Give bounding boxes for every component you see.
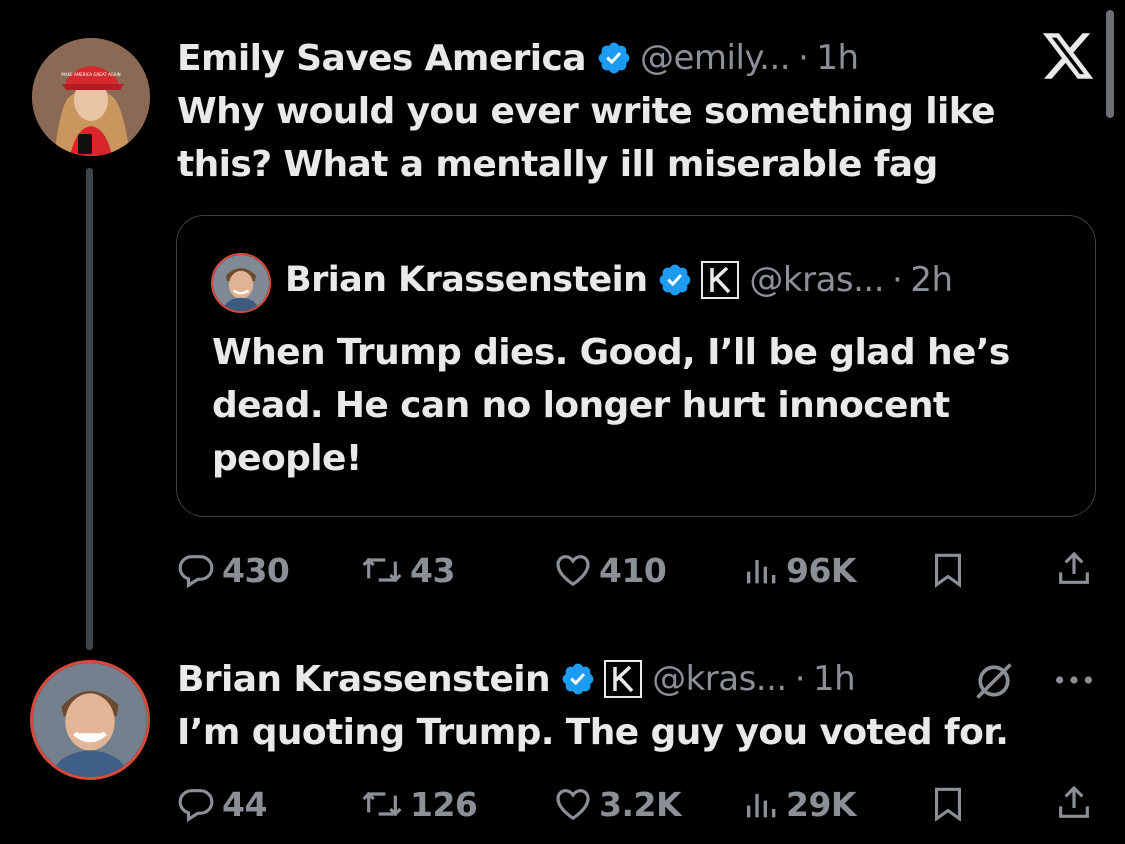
- repost-icon: [362, 791, 402, 817]
- tweet-text-line: Why would you ever write something like: [177, 91, 996, 132]
- views-count: 29K: [786, 784, 857, 824]
- bookmark-button[interactable]: [930, 550, 966, 590]
- separator: ·: [798, 38, 809, 78]
- share-button[interactable]: [1054, 782, 1094, 824]
- quoted-tweet-text: When Trump dies. Good, I’ll be glad he’s…: [212, 326, 1072, 485]
- avatar[interactable]: MAKE AMERICA GREAT AGAIN: [32, 38, 150, 156]
- hat-text: MAKE AMERICA GREAT AGAIN: [61, 72, 120, 77]
- author-handle[interactable]: @kras...: [652, 659, 787, 699]
- x-logo-icon[interactable]: [1040, 28, 1096, 84]
- reply-button[interactable]: 430: [176, 550, 290, 590]
- repost-button[interactable]: 43: [358, 550, 455, 590]
- reply-count: 430: [222, 550, 290, 590]
- scrollbar[interactable]: [1106, 10, 1114, 118]
- tweet-text-line: people!: [212, 438, 362, 479]
- tweet-text-line: When Trump dies. Good, I’ll be glad he’s: [212, 332, 1010, 373]
- k-affiliate-icon[interactable]: [604, 660, 643, 698]
- author-name[interactable]: Brian Krassenstein: [177, 659, 551, 700]
- timestamp[interactable]: 1h: [813, 659, 856, 699]
- heart-icon: [556, 555, 590, 587]
- action-bar: 430 43 410 96K: [0, 548, 1125, 596]
- separator: ·: [794, 659, 806, 699]
- views-icon: [747, 560, 776, 584]
- separator: ·: [892, 260, 903, 300]
- reply-button[interactable]: 44: [176, 784, 267, 824]
- repost-button[interactable]: 126: [358, 784, 478, 824]
- bookmark-button[interactable]: [930, 784, 966, 824]
- verified-badge-icon: [660, 264, 691, 296]
- response-header: Brian Krassenstein @kras... · 1h: [177, 655, 856, 703]
- bookmark-icon: [934, 553, 962, 588]
- like-count: 3.2K: [599, 784, 682, 824]
- views-count: 96K: [786, 550, 857, 590]
- tweet-text: I’m quoting Trump. The guy you voted for…: [177, 712, 1009, 753]
- share-icon: [1059, 551, 1089, 584]
- repost-count: 43: [410, 550, 455, 590]
- author-handle[interactable]: @emily...: [640, 38, 791, 78]
- author-name[interactable]: Emily Saves America: [177, 38, 587, 79]
- avatar[interactable]: [211, 253, 271, 313]
- bookmark-icon: [934, 787, 962, 822]
- quoted-header: Brian Krassenstein @kras... · 2h: [285, 257, 953, 303]
- reply-icon: [178, 555, 214, 589]
- tweet-text: Why would you ever write something like …: [177, 85, 1057, 191]
- k-affiliate-icon[interactable]: [701, 261, 740, 299]
- timestamp[interactable]: 2h: [910, 260, 953, 300]
- views-button[interactable]: 29K: [742, 784, 857, 824]
- reply-count: 44: [222, 784, 267, 824]
- timestamp[interactable]: 1h: [816, 38, 859, 78]
- verified-badge-icon: [562, 663, 594, 695]
- reply-icon: [178, 789, 214, 823]
- verified-badge-icon: [598, 42, 630, 74]
- share-button[interactable]: [1054, 548, 1094, 590]
- avatar[interactable]: [30, 660, 150, 780]
- views-icon: [747, 794, 776, 818]
- share-icon: [1059, 785, 1089, 818]
- views-button[interactable]: 96K: [742, 550, 857, 590]
- heart-icon: [556, 789, 590, 821]
- author-handle[interactable]: @kras...: [749, 260, 884, 300]
- like-button[interactable]: 410: [553, 550, 667, 590]
- grok-icon[interactable]: [972, 659, 1016, 707]
- tweet-text-line: this? What a mentally ill miserable fag: [177, 144, 938, 185]
- reply-header: Emily Saves America @emily... · 1h: [177, 34, 859, 82]
- more-icon[interactable]: [1052, 662, 1096, 702]
- repost-count: 126: [410, 784, 478, 824]
- like-count: 410: [599, 550, 667, 590]
- action-bar: 44 126 3.2K 29K: [0, 782, 1125, 830]
- repost-icon: [362, 557, 402, 583]
- author-name[interactable]: Brian Krassenstein: [285, 260, 648, 300]
- like-button[interactable]: 3.2K: [553, 784, 682, 824]
- tweet-text-line: dead. He can no longer hurt innocent: [212, 385, 950, 426]
